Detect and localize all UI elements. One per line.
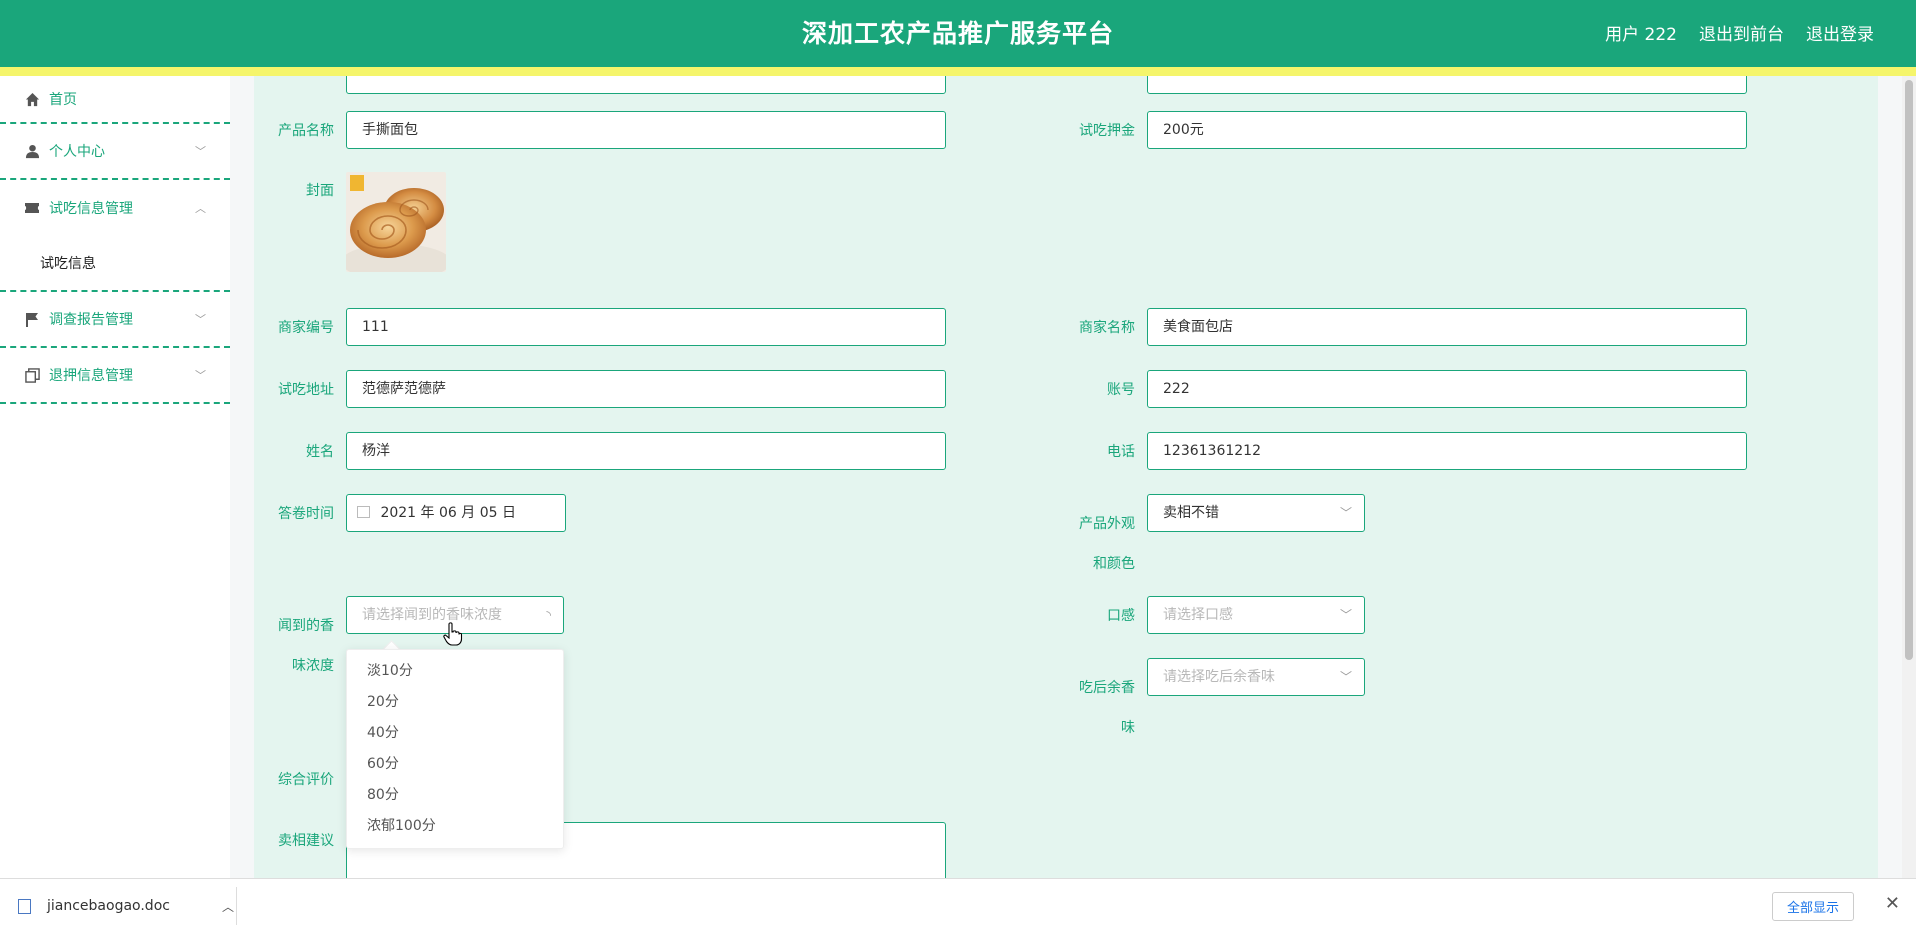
sidebar-item-label: 试吃信息管理 bbox=[49, 201, 133, 217]
download-bar: jiancebaogao.doc ︿ 全部显示 ✕ bbox=[0, 878, 1916, 933]
sidebar-item-home[interactable]: 首页 bbox=[0, 76, 230, 124]
show-all-button[interactable]: 全部显示 bbox=[1771, 892, 1854, 921]
copy-icon bbox=[24, 367, 40, 383]
appearance-label-line2: 和颜色 bbox=[1093, 556, 1135, 572]
loading-icon: ◝ bbox=[546, 608, 551, 622]
merchant-name-label: 商家名称 bbox=[1079, 320, 1135, 336]
sidebar: 首页 个人中心 ﹀ 试吃信息管理 ︿ 试吃信息 调查报告管理 ﹀ 退押信息管理 … bbox=[0, 76, 230, 878]
aroma-label-line2: 味浓度 bbox=[292, 658, 334, 674]
cover-label: 封面 bbox=[306, 183, 334, 199]
aftertaste-label-line1: 吃后余香 bbox=[1079, 680, 1135, 696]
document-icon bbox=[18, 898, 31, 914]
date-value: 2021 年 06 月 05 日 bbox=[380, 505, 516, 521]
chevron-down-icon: ﹀ bbox=[195, 369, 206, 382]
chevron-down-icon: ﹀ bbox=[195, 313, 206, 326]
chevron-down-icon: ﹀ bbox=[195, 145, 206, 158]
user-label[interactable]: 用户 222 bbox=[1605, 20, 1677, 45]
appearance-value: 卖相不错 bbox=[1163, 505, 1219, 521]
name-input[interactable]: 杨洋 bbox=[346, 432, 946, 470]
taste-select[interactable]: 请选择口感 ﹀ bbox=[1147, 596, 1365, 634]
taste-label: 口感 bbox=[1107, 608, 1135, 624]
appearance-select[interactable]: 卖相不错 ﹀ bbox=[1147, 494, 1365, 532]
exit-to-front-link[interactable]: 退出到前台 bbox=[1699, 20, 1784, 45]
account-label: 账号 bbox=[1107, 382, 1135, 398]
top-header: 深加工农产品推广服务平台 用户 222 退出到前台 退出登录 bbox=[0, 0, 1916, 67]
dropdown-option[interactable]: 20分 bbox=[347, 687, 563, 718]
sidebar-item-label: 调查报告管理 bbox=[49, 312, 133, 328]
overall-label: 综合评价 bbox=[278, 772, 334, 788]
address-label: 试吃地址 bbox=[278, 382, 334, 398]
date-label: 答卷时间 bbox=[278, 506, 334, 522]
aroma-placeholder: 请选择闻到的香味浓度 bbox=[362, 607, 502, 623]
phone-input[interactable]: 12361361212 bbox=[1147, 432, 1747, 470]
chevron-down-icon: ﹀ bbox=[1339, 670, 1352, 684]
logout-link[interactable]: 退出登录 bbox=[1806, 20, 1874, 45]
name-label: 姓名 bbox=[306, 444, 334, 460]
suggestion-label: 卖相建议 bbox=[278, 833, 334, 849]
ticket-icon bbox=[24, 200, 40, 216]
vertical-scrollbar[interactable] bbox=[1902, 76, 1916, 878]
aroma-dropdown: 淡10分 20分 40分 60分 80分 浓郁100分 bbox=[346, 649, 564, 849]
sidebar-subitem-trial-info[interactable]: 试吃信息 bbox=[0, 236, 230, 292]
chevron-up-icon: ︿ bbox=[195, 202, 206, 215]
aroma-label: 闻到的香 味浓度 bbox=[254, 606, 334, 686]
product-name-input[interactable]: 手撕面包 bbox=[346, 111, 946, 149]
dropdown-option[interactable]: 40分 bbox=[347, 718, 563, 749]
sidebar-item-survey-report[interactable]: 调查报告管理 ﹀ bbox=[0, 292, 230, 348]
appearance-label: 产品外观 和颜色 bbox=[1055, 504, 1135, 584]
dropdown-option[interactable]: 浓郁100分 bbox=[347, 811, 563, 842]
close-icon[interactable]: ✕ bbox=[1885, 893, 1900, 914]
deposit-input[interactable]: 200元 bbox=[1147, 111, 1747, 149]
sidebar-item-personal[interactable]: 个人中心 ﹀ bbox=[0, 124, 230, 180]
date-picker[interactable]: 2021 年 06 月 05 日 bbox=[346, 494, 566, 532]
merchant-no-label: 商家编号 bbox=[278, 320, 334, 336]
sidebar-item-trial-management[interactable]: 试吃信息管理 ︿ bbox=[0, 180, 230, 236]
aftertaste-label: 吃后余香 味 bbox=[1055, 668, 1135, 748]
product-name-label: 产品名称 bbox=[278, 123, 334, 139]
address-input[interactable]: 范德萨范德萨 bbox=[346, 370, 946, 408]
download-filename: jiancebaogao.doc bbox=[47, 898, 170, 914]
cover-image[interactable] bbox=[346, 172, 446, 272]
flag-icon bbox=[24, 311, 40, 327]
header-stripe bbox=[0, 67, 1916, 76]
dropdown-option[interactable]: 80分 bbox=[347, 780, 563, 811]
aroma-label-line1: 闻到的香 bbox=[278, 618, 334, 634]
sidebar-item-label: 个人中心 bbox=[49, 144, 105, 160]
aftertaste-label-line2: 味 bbox=[1121, 720, 1135, 736]
chevron-down-icon: ﹀ bbox=[1339, 608, 1352, 622]
chevron-up-icon[interactable]: ︿ bbox=[222, 898, 234, 915]
top-links: 用户 222 退出到前台 退出登录 bbox=[1605, 20, 1874, 45]
sidebar-item-label: 退押信息管理 bbox=[49, 368, 133, 384]
dropdown-option[interactable]: 淡10分 bbox=[347, 656, 563, 687]
sidebar-item-refund-management[interactable]: 退押信息管理 ﹀ bbox=[0, 348, 230, 404]
download-divider bbox=[236, 887, 237, 925]
chevron-down-icon: ﹀ bbox=[1339, 506, 1352, 520]
account-input[interactable]: 222 bbox=[1147, 370, 1747, 408]
sidebar-item-label: 首页 bbox=[49, 92, 77, 108]
taste-placeholder: 请选择口感 bbox=[1163, 607, 1233, 623]
merchant-name-input[interactable]: 美食面包店 bbox=[1147, 308, 1747, 346]
cutoff-input-left[interactable] bbox=[346, 76, 946, 94]
calendar-icon bbox=[357, 506, 370, 518]
dropdown-option[interactable]: 60分 bbox=[347, 749, 563, 780]
download-item[interactable]: jiancebaogao.doc ︿ bbox=[18, 879, 234, 933]
phone-label: 电话 bbox=[1107, 444, 1135, 460]
appearance-label-line1: 产品外观 bbox=[1079, 516, 1135, 532]
user-icon bbox=[24, 143, 40, 159]
deposit-label: 试吃押金 bbox=[1079, 123, 1135, 139]
merchant-no-input[interactable]: 111 bbox=[346, 308, 946, 346]
home-icon bbox=[24, 91, 40, 107]
cutoff-input-right[interactable] bbox=[1147, 76, 1747, 94]
hand-cursor-icon bbox=[443, 622, 463, 646]
scrollbar-thumb[interactable] bbox=[1905, 80, 1913, 660]
aftertaste-placeholder: 请选择吃后余香味 bbox=[1163, 669, 1275, 685]
aftertaste-select[interactable]: 请选择吃后余香味 ﹀ bbox=[1147, 658, 1365, 696]
